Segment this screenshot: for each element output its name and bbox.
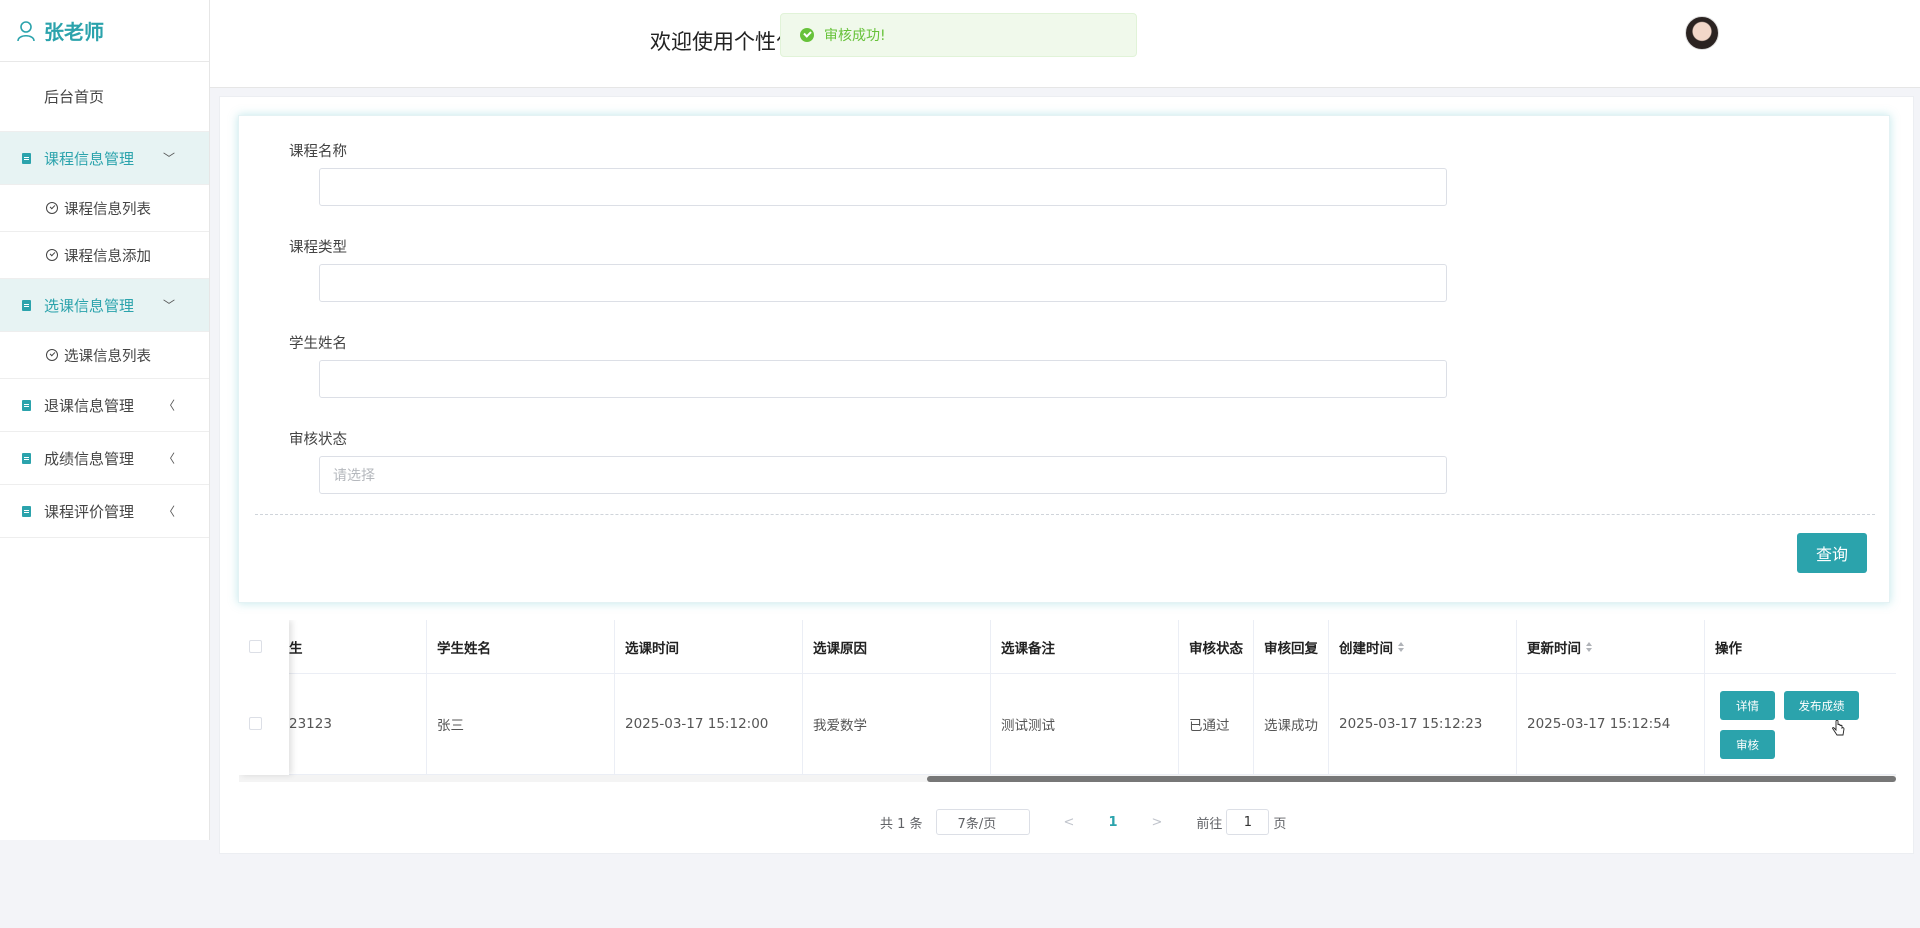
menu-group-selection-info[interactable]: 选课信息管理 ﹀: [0, 279, 209, 332]
table-cell: 2025-03-17 15:12:23: [1329, 674, 1517, 774]
hand-cursor-icon: [1832, 720, 1845, 736]
document-icon: [22, 152, 31, 164]
column-header: 审核状态: [1179, 620, 1254, 673]
menu-item-label: 课程信息添加: [64, 248, 151, 265]
check-circle-icon: [46, 249, 58, 261]
sidebar: 张老师 后台首页 课程信息管理 ﹀ 课程信息列表 课程信息添加 选课信息管理 ﹀…: [0, 0, 210, 840]
audit-button[interactable]: 审核: [1720, 730, 1775, 759]
table-cell: 我爱数学: [803, 674, 991, 774]
chevron-left-icon: 〈: [162, 451, 175, 466]
publish-grade-button[interactable]: 发布成绩: [1784, 691, 1859, 720]
goto-label: 前往: [1196, 816, 1223, 832]
menu-group-label: 成绩信息管理: [44, 449, 135, 468]
pagination-total: 共 1 条: [880, 816, 923, 832]
form-divider: [255, 514, 1875, 515]
sort-icon[interactable]: [1398, 641, 1405, 652]
row-checkbox[interactable]: [249, 717, 262, 730]
course-type-input[interactable]: [319, 264, 1447, 302]
document-icon: [22, 299, 31, 311]
menu-item-course-list[interactable]: 课程信息列表: [0, 185, 209, 232]
field-label-course-name: 课程名称: [289, 144, 347, 160]
column-header: 选课原因: [803, 620, 991, 673]
menu-item-label: 选课信息列表: [64, 348, 151, 365]
document-icon: [22, 399, 31, 411]
detail-button[interactable]: 详情: [1720, 691, 1775, 720]
menu-group-drop-info[interactable]: 退课信息管理 〈: [0, 379, 209, 432]
table-header: 生 学生姓名 选课时间 选课原因 选课备注 审核状态 审核回复 创建时间 更新时…: [239, 620, 1896, 674]
table-cell: 已通过: [1179, 674, 1254, 774]
column-header: 选课备注: [991, 620, 1179, 673]
main-content: 课程名称 课程类型 学生姓名 审核状态 请选择 查询 生 学生姓名 选课时间 选…: [219, 96, 1914, 854]
page-size-select[interactable]: 7条/页: [935, 809, 1030, 835]
menu-group-label: 课程信息管理: [44, 149, 135, 168]
toast-message: 审核成功!: [824, 28, 886, 44]
check-circle-icon: [46, 202, 58, 214]
table-cell-actions: 详情 发布成绩 审核: [1705, 674, 1896, 774]
field-label-student-name: 学生姓名: [289, 336, 347, 352]
fixed-selection-column: [239, 620, 289, 775]
data-table: 生 学生姓名 选课时间 选课原因 选课备注 审核状态 审核回复 创建时间 更新时…: [239, 620, 1896, 782]
page-number[interactable]: 1: [1108, 815, 1117, 830]
user-icon: [17, 20, 35, 41]
sidebar-user-header: 张老师: [0, 0, 209, 62]
menu-group-course-review[interactable]: 课程评价管理 〈: [0, 485, 209, 538]
chevron-down-icon: ﹀: [162, 151, 175, 166]
column-header: 审核回复: [1254, 620, 1329, 673]
menu-item-selection-list[interactable]: 选课信息列表: [0, 332, 209, 379]
menu-item-course-add[interactable]: 课程信息添加: [0, 232, 209, 279]
column-header-sortable[interactable]: 创建时间: [1329, 620, 1517, 673]
column-header: 选课时间: [615, 620, 803, 673]
course-name-input[interactable]: [319, 168, 1447, 206]
prev-page-icon[interactable]: <: [1064, 815, 1075, 830]
success-toast: 审核成功!: [780, 13, 1137, 57]
sort-icon[interactable]: [1586, 641, 1593, 652]
success-check-icon: [800, 28, 814, 42]
table-cell: 2025-03-17 15:12:54: [1517, 674, 1705, 774]
menu-group-label: 退课信息管理: [44, 396, 135, 415]
table-row: 23123 张三 2025-03-17 15:12:00 我爱数学 测试测试 已…: [239, 674, 1896, 775]
chevron-left-icon: 〈: [162, 504, 175, 519]
document-icon: [22, 452, 31, 464]
student-name-input[interactable]: [319, 360, 1447, 398]
goto-page-input[interactable]: 1: [1226, 809, 1270, 835]
menu-group-label: 选课信息管理: [44, 296, 135, 315]
username: 张老师: [44, 20, 104, 44]
check-circle-icon: [46, 349, 58, 361]
menu-group-label: 课程评价管理: [44, 502, 135, 521]
menu-group-grade-info[interactable]: 成绩信息管理 〈: [0, 432, 209, 485]
field-label-audit-status: 审核状态: [289, 432, 347, 448]
chevron-left-icon: 〈: [162, 398, 175, 413]
pagination: 共 1 条 7条/页 < 1 > 前往 1 页: [880, 809, 1286, 835]
column-header: 学生姓名: [427, 620, 615, 673]
column-header-sortable[interactable]: 更新时间: [1517, 620, 1705, 673]
search-form: 课程名称 课程类型 学生姓名 审核状态 请选择 查询: [238, 115, 1890, 603]
column-header-label: 更新时间: [1527, 640, 1581, 657]
menu-item-label: 课程信息列表: [64, 201, 151, 218]
horizontal-scrollbar[interactable]: [239, 775, 1896, 782]
table-cell: 张三: [427, 674, 615, 774]
field-label-course-type: 课程类型: [289, 240, 347, 256]
scrollbar-thumb[interactable]: [927, 776, 1896, 782]
table-cell: 2025-03-17 15:12:00: [615, 674, 803, 774]
column-header: 操作: [1715, 640, 1742, 657]
avatar[interactable]: [1685, 16, 1719, 50]
table-cell: 测试测试: [991, 674, 1179, 774]
welcome-title: 欢迎使用个性化: [650, 30, 797, 54]
menu-group-course-info[interactable]: 课程信息管理 ﹀: [0, 132, 209, 185]
select-all-checkbox[interactable]: [249, 640, 262, 653]
next-page-icon[interactable]: >: [1152, 815, 1163, 830]
menu-home[interactable]: 后台首页: [0, 62, 209, 132]
page-suffix: 页: [1273, 816, 1287, 832]
query-button[interactable]: 查询: [1797, 533, 1867, 573]
table-cell: 选课成功: [1254, 674, 1329, 774]
document-icon: [22, 505, 31, 517]
chevron-down-icon: ﹀: [162, 298, 175, 313]
menu-home-label: 后台首页: [44, 88, 105, 106]
column-header-label: 创建时间: [1339, 640, 1393, 657]
audit-status-select[interactable]: 请选择: [319, 456, 1447, 494]
